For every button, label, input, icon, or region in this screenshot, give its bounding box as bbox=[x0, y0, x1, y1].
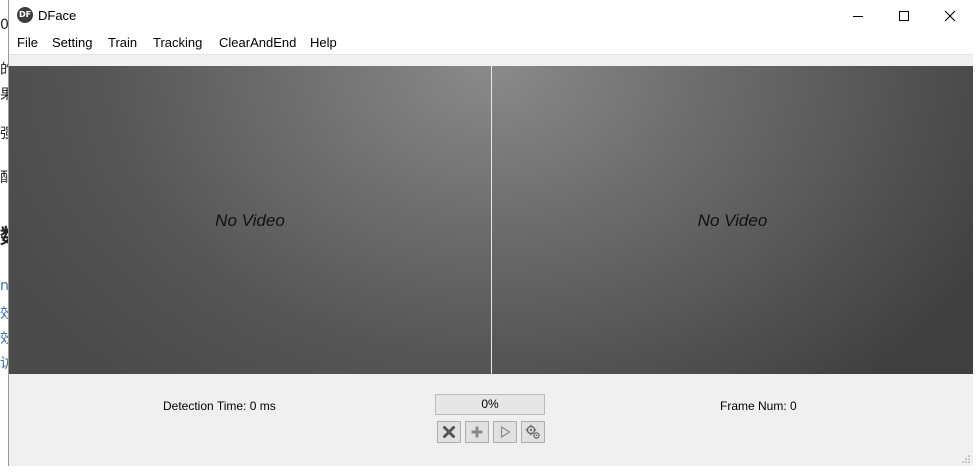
maximize-icon bbox=[899, 10, 909, 21]
stop-x-icon bbox=[443, 426, 455, 438]
right-video-view: No Video bbox=[492, 66, 973, 374]
play-button[interactable] bbox=[493, 421, 517, 443]
close-button[interactable] bbox=[927, 0, 973, 31]
left-no-video-label: No Video bbox=[215, 211, 285, 230]
detection-time-label: Detection Time: 0 ms bbox=[163, 399, 276, 413]
close-icon bbox=[944, 10, 956, 21]
title-bar[interactable]: DF DFace bbox=[9, 0, 973, 31]
menu-file[interactable]: File bbox=[17, 35, 38, 50]
menu-help[interactable]: Help bbox=[310, 35, 337, 50]
settings-gears-icon bbox=[525, 424, 540, 439]
resize-grip-icon[interactable] bbox=[961, 454, 971, 464]
control-panel: Detection Time: 0 ms 0% Frame Num: 0 bbox=[9, 374, 973, 466]
dface-window: DF DFace File Setting Train Tracking Cle… bbox=[8, 0, 973, 466]
progress-bar: 0% bbox=[435, 394, 545, 415]
menu-train[interactable]: Train bbox=[108, 35, 137, 50]
window-title: DFace bbox=[38, 8, 77, 23]
right-no-video-label: No Video bbox=[697, 211, 768, 230]
play-icon bbox=[500, 425, 511, 439]
frame-num-label: Frame Num: 0 bbox=[720, 399, 797, 413]
add-plus-icon bbox=[471, 426, 483, 438]
minimize-icon bbox=[853, 15, 863, 17]
minimize-button[interactable] bbox=[835, 0, 881, 31]
menu-clear-and-end[interactable]: ClearAndEnd bbox=[219, 35, 296, 50]
left-video-view: No Video bbox=[9, 66, 491, 374]
settings-button[interactable] bbox=[521, 421, 545, 443]
maximize-button[interactable] bbox=[881, 0, 927, 31]
dface-logo-icon: DF bbox=[17, 7, 33, 23]
add-button[interactable] bbox=[465, 421, 489, 443]
stop-button[interactable] bbox=[437, 421, 461, 443]
menu-bar: File Setting Train Tracking ClearAndEnd … bbox=[9, 31, 973, 54]
menu-tracking[interactable]: Tracking bbox=[153, 35, 202, 50]
menu-separator bbox=[9, 54, 973, 66]
menu-setting[interactable]: Setting bbox=[52, 35, 92, 50]
